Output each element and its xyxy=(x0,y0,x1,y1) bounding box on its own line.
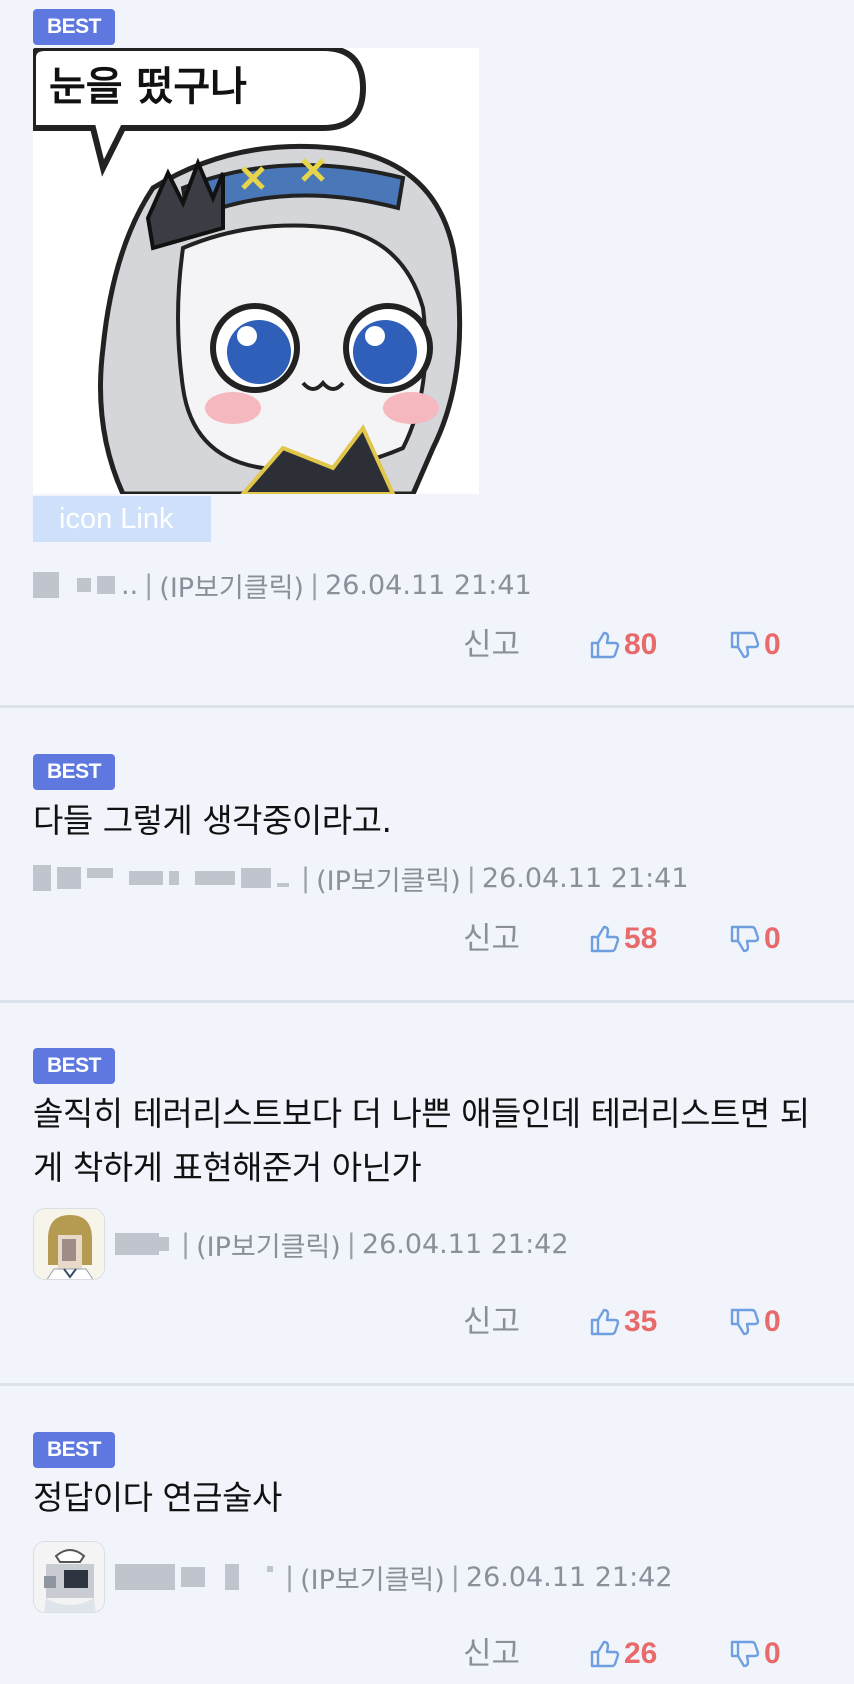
thumbs-up-icon xyxy=(590,1640,620,1668)
sticker-caption: 눈을 떴구나 xyxy=(49,64,247,110)
best-badge: BEST xyxy=(33,9,116,45)
separator: | xyxy=(301,862,311,894)
dislike-count: 0 xyxy=(764,922,781,955)
best-badge: BEST xyxy=(33,1432,116,1468)
author-nickname[interactable] xyxy=(115,1233,169,1255)
thumbs-down-icon xyxy=(730,925,760,953)
separator: | xyxy=(450,1561,460,1593)
report-button[interactable]: 신고 xyxy=(463,914,520,964)
comment-item: BEST 솔직히 테러리스트보다 더 나쁜 애들인데 테러리스트면 되게 착하게… xyxy=(0,1003,854,1386)
like-button[interactable]: 35 xyxy=(588,1297,657,1347)
thumbs-up-icon xyxy=(590,925,620,953)
sticker-image[interactable]: 눈을 떴구나 xyxy=(33,48,479,494)
report-button[interactable]: 신고 xyxy=(463,620,520,670)
dislike-button[interactable]: 0 xyxy=(728,914,781,964)
comment-datetime: 26.04.11 21:42 xyxy=(465,1561,673,1593)
like-count: 58 xyxy=(624,922,658,955)
report-button[interactable]: 신고 xyxy=(463,1629,520,1679)
like-count: 26 xyxy=(624,1637,658,1670)
thumbs-down-icon xyxy=(730,631,760,659)
separator: | xyxy=(309,569,320,601)
comment-actions: 신고 35 0 xyxy=(0,1297,854,1347)
like-count: 80 xyxy=(624,628,658,661)
separator: | xyxy=(144,569,154,601)
thumbs-down-icon xyxy=(730,1640,760,1668)
thumbs-up-icon xyxy=(590,631,620,659)
dislike-count: 0 xyxy=(764,1305,781,1338)
comment-item: BEST 눈을 떴구나 icon Link .. | (IP보기클릭) | 26… xyxy=(0,0,854,708)
comment-datetime: 26.04.11 21:42 xyxy=(361,1228,569,1260)
avatar[interactable] xyxy=(33,1208,105,1280)
like-button[interactable]: 26 xyxy=(588,1629,657,1679)
avatar[interactable] xyxy=(33,1541,105,1613)
comment-meta: | (IP보기클릭) | 26.04.11 21:41 xyxy=(33,858,689,898)
best-badge: BEST xyxy=(33,754,116,790)
ip-view-link[interactable]: (IP보기클릭) xyxy=(196,1225,341,1264)
comment-meta: | (IP보기클릭) | 26.04.11 21:42 xyxy=(33,1539,673,1615)
thumbs-down-icon xyxy=(730,1308,760,1336)
comment-text: 다들 그렇게 생각중이라고. xyxy=(33,801,392,840)
comment-meta: | (IP보기클릭) | 26.04.11 21:42 xyxy=(33,1206,569,1282)
nickname-suffix: .. xyxy=(121,569,139,601)
separator: | xyxy=(466,862,476,894)
comment-meta: .. | (IP보기클릭) | 26.04.11 21:41 xyxy=(33,565,532,605)
separator: | xyxy=(181,1228,191,1260)
author-nickname[interactable] xyxy=(115,1564,273,1590)
ip-view-link[interactable]: (IP보기클릭) xyxy=(316,859,461,898)
comment-item: BEST 정답이다 연금술사 | (IP보기클릭) | 26.04.11 21:… xyxy=(0,1386,854,1684)
comment-actions: 신고 26 0 xyxy=(0,1629,854,1679)
comment-actions: 신고 80 0 xyxy=(0,620,854,670)
like-count: 35 xyxy=(624,1305,658,1338)
author-nickname[interactable] xyxy=(33,572,115,598)
dislike-count: 0 xyxy=(764,1637,781,1670)
dislike-button[interactable]: 0 xyxy=(728,1629,781,1679)
comment-datetime: 26.04.11 21:41 xyxy=(481,862,689,894)
separator: | xyxy=(346,1228,356,1260)
comment-text: 정답이다 연금술사 xyxy=(33,1478,282,1517)
dislike-count: 0 xyxy=(764,628,781,661)
thumbs-up-icon xyxy=(590,1308,620,1336)
comment-datetime: 26.04.11 21:41 xyxy=(325,569,532,601)
like-button[interactable]: 58 xyxy=(588,914,657,964)
separator: | xyxy=(285,1561,295,1593)
report-button[interactable]: 신고 xyxy=(463,1297,520,1347)
comment-item: BEST 다들 그렇게 생각중이라고. | (IP보기클릭) | 26.04.1… xyxy=(0,708,854,1003)
dislike-button[interactable]: 0 xyxy=(728,620,781,670)
like-button[interactable]: 80 xyxy=(588,620,657,670)
ip-view-link[interactable]: (IP보기클릭) xyxy=(300,1558,445,1597)
icon-link-button[interactable]: icon Link xyxy=(33,496,211,542)
author-nickname[interactable] xyxy=(33,865,289,891)
comment-text: 솔직히 테러리스트보다 더 나쁜 애들인데 테러리스트면 되게 착하게 표현해준… xyxy=(33,1094,810,1187)
comment-actions: 신고 58 0 xyxy=(0,914,854,964)
dislike-button[interactable]: 0 xyxy=(728,1297,781,1347)
ip-view-link[interactable]: (IP보기클릭) xyxy=(159,566,304,605)
best-badge: BEST xyxy=(33,1048,116,1084)
